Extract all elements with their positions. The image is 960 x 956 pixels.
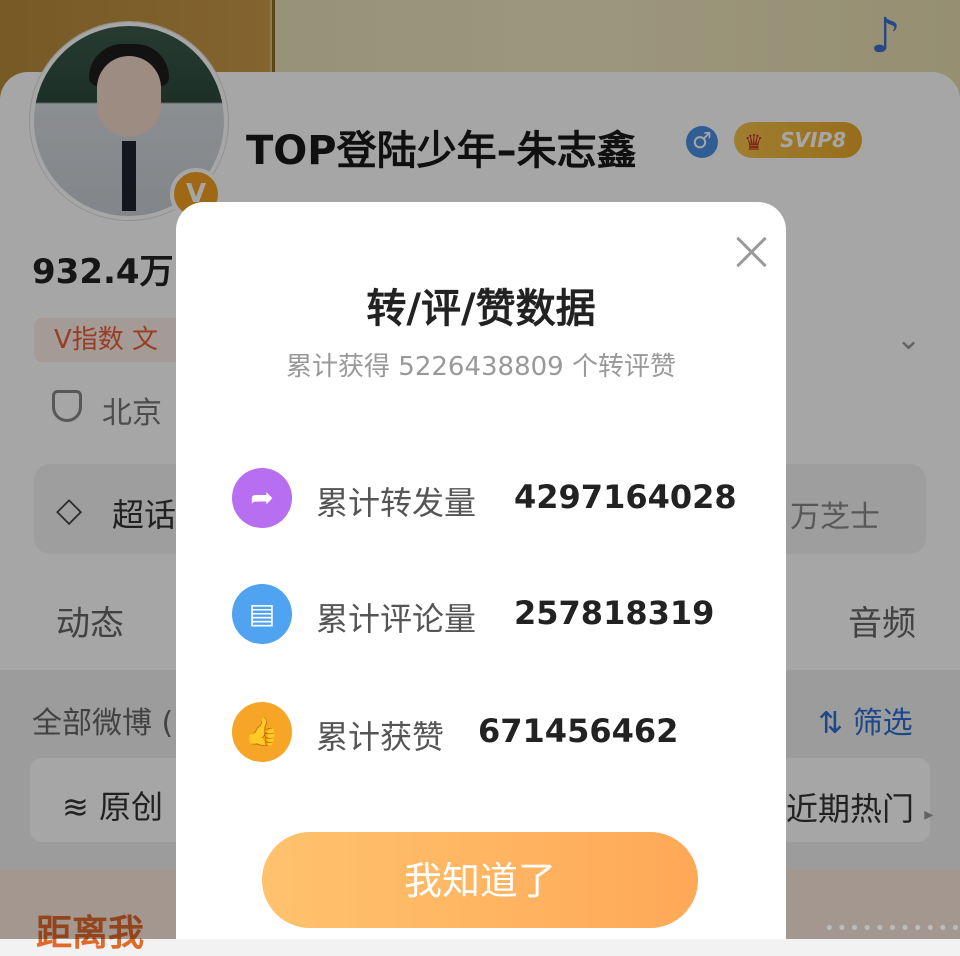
stat-value: 671456462 (478, 712, 679, 750)
modal-title: 转/评/赞数据 (366, 286, 596, 332)
thumbs-up-icon: 👍 (232, 702, 292, 762)
stat-value: 4297164028 (514, 478, 737, 516)
stat-label: 累计评论量 (316, 600, 477, 638)
comment-bubble-icon: ▤ (232, 584, 292, 644)
modal-subtitle: 累计获得 5226438809 个转评赞 (286, 352, 676, 382)
confirm-button[interactable]: 我知道了 (262, 832, 698, 928)
close-icon[interactable] (732, 232, 772, 272)
watermark-dots: ••••••••••• (824, 918, 960, 939)
stat-label: 累计转发量 (316, 484, 477, 522)
stat-value: 257818319 (514, 594, 715, 632)
stat-label: 累计获赞 (316, 718, 445, 756)
confirm-label: 我知道了 (403, 859, 556, 903)
share-arrow-icon: ➦ (232, 468, 292, 528)
